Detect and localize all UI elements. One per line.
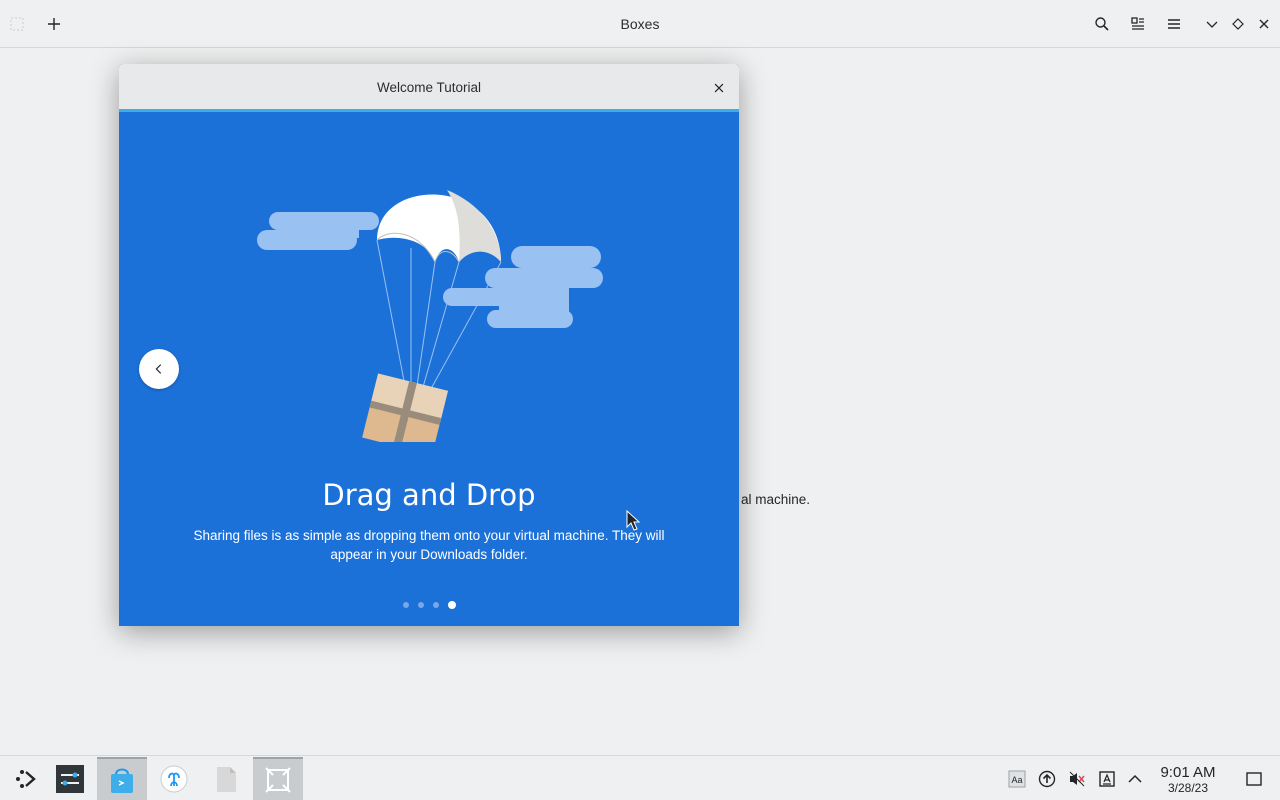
- tray-updates[interactable]: [1036, 768, 1058, 790]
- dialog-close-button[interactable]: [707, 76, 731, 100]
- tray-clipboard[interactable]: [1096, 768, 1118, 790]
- dialog-titlebar[interactable]: Welcome Tutorial: [119, 64, 739, 112]
- page-dot-4[interactable]: [447, 601, 456, 609]
- shopping-bag-icon: [111, 768, 133, 793]
- page-dot-3[interactable]: [432, 602, 439, 608]
- maximize-button[interactable]: [1226, 12, 1250, 36]
- app-icon: [5, 12, 29, 36]
- parachute-package-illustration: [257, 190, 603, 442]
- page-indicator: [119, 601, 739, 609]
- tutorial-description: Sharing files is as simple as dropping t…: [193, 528, 665, 562]
- task-boxes[interactable]: [253, 757, 303, 800]
- plasma-welcome-icon: [160, 765, 188, 793]
- welcome-tutorial-dialog: Welcome Tutorial Drag and Drop Sharing f…: [119, 64, 739, 626]
- plus-icon: [48, 18, 60, 30]
- dialog-title: Welcome Tutorial: [376, 80, 482, 95]
- cloud-left: [257, 212, 379, 250]
- tray-volume[interactable]: [1066, 768, 1088, 790]
- search-icon: [1095, 17, 1109, 31]
- cloud-right: [443, 246, 603, 328]
- font-aa-icon: Aa: [1008, 770, 1026, 788]
- tray-font-settings[interactable]: Aa: [1006, 768, 1028, 790]
- chevron-up-icon: [1128, 774, 1142, 783]
- show-desktop-button[interactable]: [1243, 768, 1265, 790]
- minimize-button[interactable]: [1200, 12, 1224, 36]
- list-view-icon: [1131, 17, 1144, 30]
- hamburger-menu-icon: [1168, 19, 1180, 29]
- page-dot-1[interactable]: [402, 602, 409, 608]
- app-header: Boxes: [0, 0, 1280, 48]
- package-box: [362, 373, 448, 442]
- application-launcher-button[interactable]: [0, 757, 50, 800]
- clipboard-icon: [1099, 771, 1115, 787]
- boxes-app-icon: [10, 17, 24, 31]
- tutorial-page: Drag and Drop Sharing files is as simple…: [119, 112, 739, 626]
- boxes-icon: [265, 767, 291, 793]
- tutorial-heading: Drag and Drop: [322, 478, 536, 512]
- task-document[interactable]: [201, 757, 251, 800]
- main-menu-button[interactable]: [1162, 12, 1186, 36]
- chevron-down-icon: [1206, 21, 1218, 28]
- digital-clock[interactable]: 9:01 AM 3/28/23: [1150, 764, 1226, 795]
- clock-time: 9:01 AM: [1160, 764, 1216, 781]
- chevron-left-icon: [155, 364, 162, 374]
- tray-show-hidden[interactable]: [1124, 768, 1146, 790]
- view-toggle-button[interactable]: [1126, 12, 1150, 36]
- clock-date: 3/28/23: [1167, 781, 1209, 795]
- mouse-cursor-icon: [626, 510, 640, 531]
- task-plasma-welcome[interactable]: [149, 757, 199, 800]
- app-title: Boxes: [620, 16, 660, 32]
- update-notifier-icon: [1038, 770, 1056, 788]
- system-settings-icon: [56, 765, 84, 793]
- task-system-settings[interactable]: [45, 757, 95, 800]
- search-button[interactable]: [1090, 12, 1114, 36]
- show-desktop-icon: [1246, 772, 1262, 786]
- file-icon: [217, 767, 236, 792]
- new-box-button[interactable]: [42, 12, 66, 36]
- close-icon: [714, 83, 724, 93]
- task-discover[interactable]: [97, 757, 147, 800]
- diamond-icon: [1232, 18, 1244, 30]
- close-icon: [1259, 19, 1269, 29]
- parachute-strings: [376, 239, 502, 397]
- previous-page-button[interactable]: [139, 349, 179, 389]
- volume-muted-icon: [1069, 771, 1085, 787]
- page-dot-2[interactable]: [417, 602, 424, 608]
- launcher-icon: [16, 770, 36, 788]
- parachute-canopy: [376, 190, 501, 263]
- svg-text:Aa: Aa: [1011, 775, 1022, 785]
- taskbar: Aa 9:01 AM 3/28/23: [0, 755, 1280, 800]
- close-window-button[interactable]: [1252, 12, 1276, 36]
